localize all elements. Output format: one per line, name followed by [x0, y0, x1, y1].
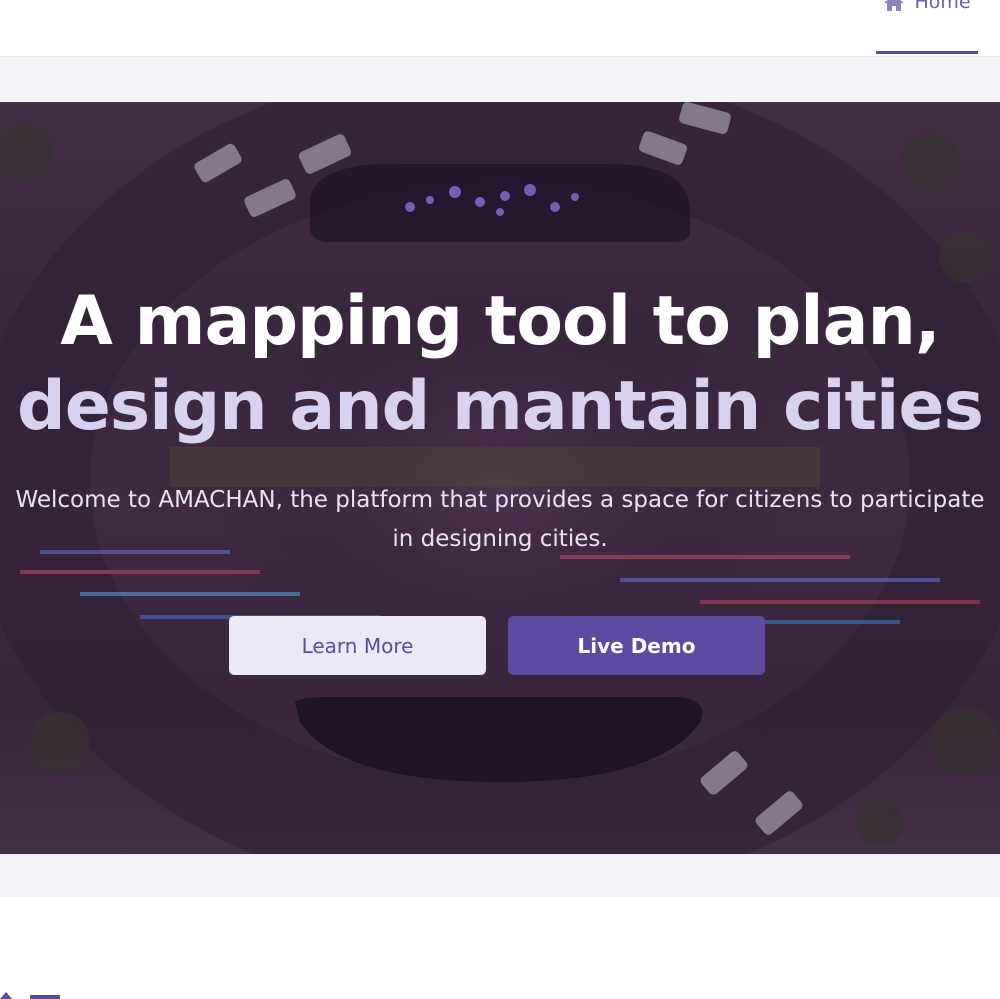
- nav-home-link[interactable]: Home: [876, 0, 978, 54]
- hero-subtitle-line-1: Welcome to AMACHAN, the platform that pr…: [15, 487, 985, 513]
- home-icon: [884, 0, 905, 11]
- hero-overlay: [0, 102, 1000, 854]
- section-heading-fragment: [0, 992, 60, 999]
- nav-home-label: Home: [914, 0, 971, 13]
- live-demo-button[interactable]: Live Demo: [508, 616, 765, 675]
- hero-subtitle-line-2: in designing cities.: [392, 526, 608, 552]
- top-navbar: Home: [0, 0, 1000, 57]
- content-section: [0, 898, 1000, 999]
- learn-more-button[interactable]: Learn More: [229, 616, 486, 675]
- hero-section: A mapping tool to plan, design and manta…: [0, 102, 1000, 854]
- hero-title-line-1: A mapping tool to plan,: [60, 282, 940, 361]
- hero-title-line-2: design and mantain cities: [17, 367, 984, 446]
